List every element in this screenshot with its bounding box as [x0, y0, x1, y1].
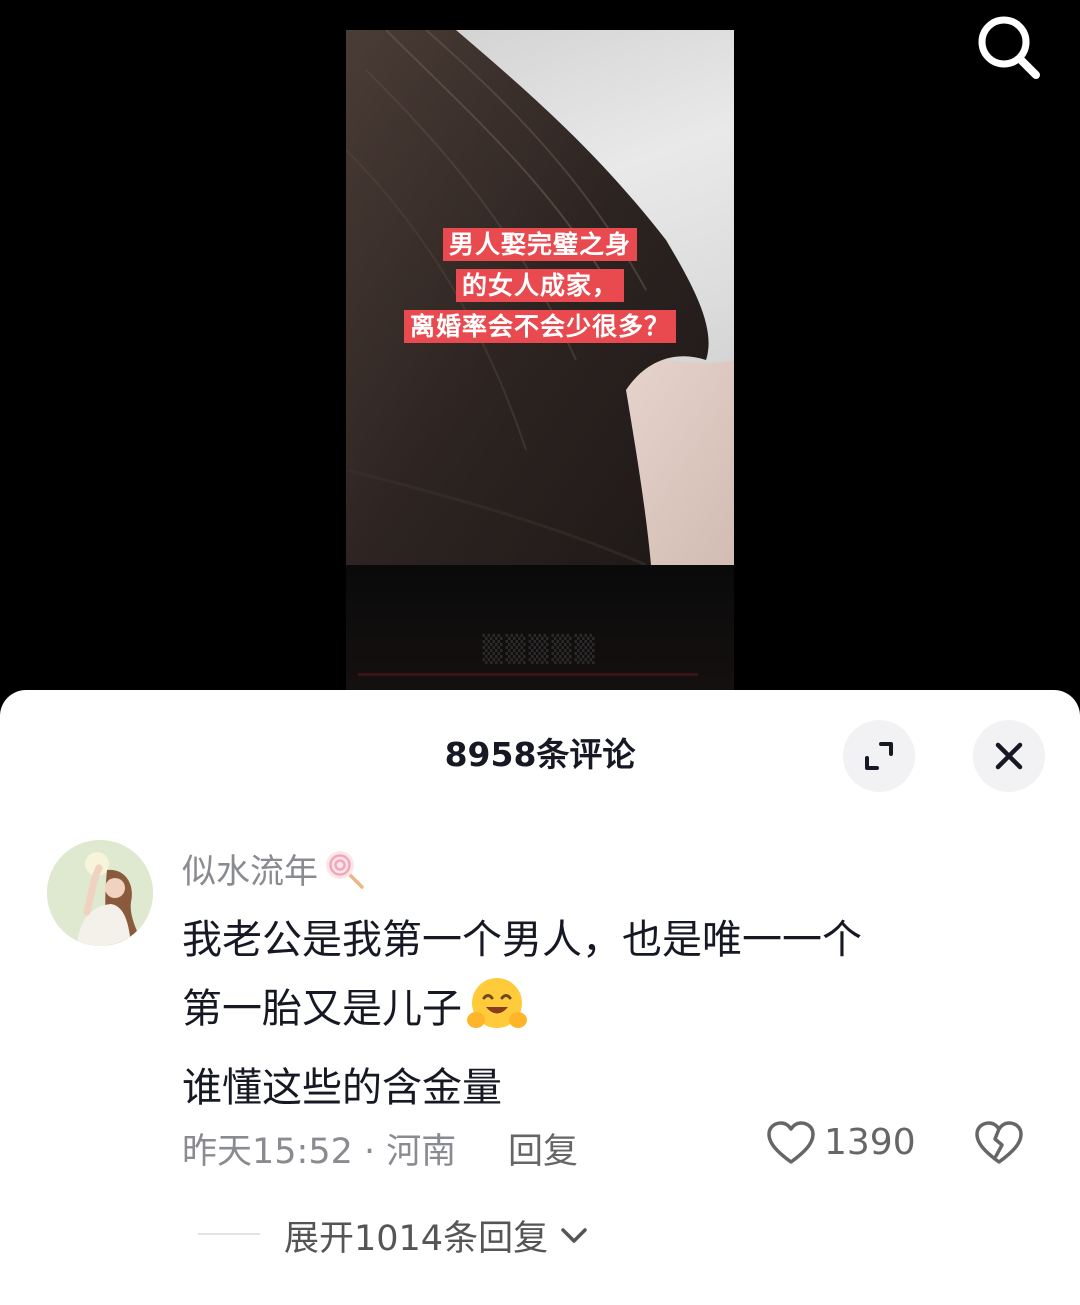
expand-icon — [865, 742, 893, 770]
chevron-down-icon — [561, 1228, 587, 1243]
lollipop-icon — [322, 847, 366, 900]
blurred-subtitle: ▒▒▒▒▒ — [482, 635, 598, 665]
hug-emoji-icon — [466, 976, 528, 1054]
comment-line: 我老公是我第一个男人，也是唯一一个 — [182, 917, 862, 963]
like-count: 1390 — [824, 1122, 916, 1163]
avatar-image — [47, 840, 153, 946]
search-icon — [978, 16, 1040, 79]
dislike-button[interactable] — [974, 1120, 1024, 1170]
comment-line-with-emoji: 第一胎又是儿子 — [182, 975, 1042, 1054]
video-frame[interactable]: 男人娶完璧之身 的女人成家， 离婚率会不会少很多？ — [346, 30, 734, 565]
comment-username[interactable]: 似水流年 — [182, 844, 366, 900]
search-button[interactable] — [972, 12, 1044, 84]
video-bottom-strip: ▒▒▒▒▒ — [346, 565, 734, 690]
comments-count-title: 8958条评论 — [444, 735, 636, 774]
caption-line: 男人娶完璧之身 — [442, 228, 637, 261]
caption-line: 的女人成家， — [455, 269, 624, 302]
username-text: 似水流年 — [182, 852, 318, 892]
video-player[interactable]: 男人娶完璧之身 的女人成家， 离婚率会不会少很多？ ▒▒▒▒▒ — [0, 0, 1080, 700]
expand-replies-label: 展开1014条回复 — [284, 1219, 549, 1259]
broken-heart-icon — [975, 1121, 1023, 1164]
caption-line: 离婚率会不会少很多？ — [403, 310, 676, 343]
comments-sheet: 8958条评论 似水流年 我老公是我第一个男人，也是唯一一个 第一胎又是儿子 谁… — [0, 690, 1080, 1305]
divider-line — [198, 1233, 260, 1235]
comment-text: 我老公是我第一个男人，也是唯一一个 第一胎又是儿子 谁懂这些的含金量 — [182, 906, 1042, 1123]
close-icon — [995, 742, 1023, 770]
comment-meta: 昨天15:52 · 河南 — [182, 1132, 457, 1172]
avatar[interactable] — [47, 840, 153, 946]
close-panel-button[interactable] — [973, 720, 1045, 792]
reply-button[interactable]: 回复 — [508, 1123, 578, 1174]
expand-panel-button[interactable] — [843, 720, 915, 792]
video-caption: 男人娶完璧之身 的女人成家， 离婚率会不会少很多？ — [346, 228, 734, 351]
heart-icon — [767, 1121, 815, 1164]
comment-line: 谁懂这些的含金量 — [182, 1065, 502, 1111]
progress-bar — [358, 673, 698, 676]
comment-line: 第一胎又是儿子 — [182, 986, 462, 1032]
